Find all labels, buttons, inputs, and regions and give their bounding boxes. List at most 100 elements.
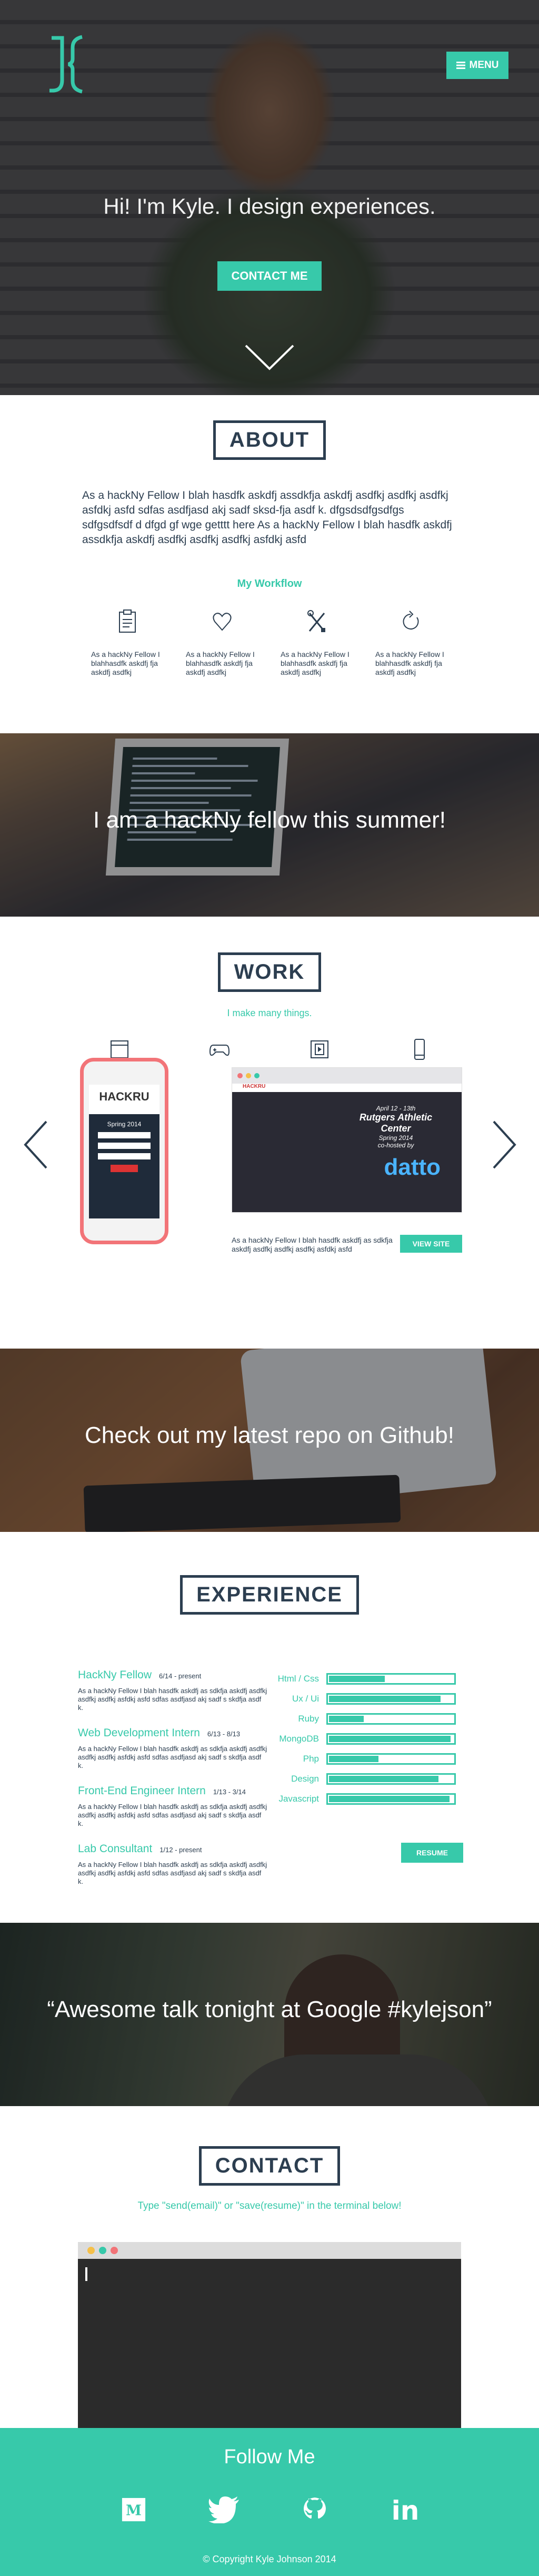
- work-subtitle: I make many things.: [227, 1008, 312, 1018]
- site-brand: HACKRU: [232, 1084, 462, 1092]
- skill-bar-fill: [329, 1736, 451, 1742]
- quote-banner: “Awesome talk tonight at Google #kylejso…: [0, 1923, 539, 2106]
- skill-row: Ux / Ui: [274, 1689, 463, 1709]
- mobile-icon[interactable]: [409, 1038, 430, 1061]
- github-banner[interactable]: Check out my latest repo on Github!: [0, 1349, 539, 1532]
- contact-title: CONTACT: [198, 2146, 341, 2186]
- skill-bar-fill: [329, 1716, 364, 1722]
- work-title: WORK: [217, 952, 322, 992]
- resume-button[interactable]: RESUME: [401, 1843, 463, 1863]
- terminal[interactable]: [78, 2242, 461, 2428]
- skill-bar-fill: [329, 1696, 441, 1702]
- browser-bar: [232, 1068, 462, 1084]
- experience-section: EXPERIENCE HackNy Fellow 6/14 - present As…: [0, 1532, 539, 1923]
- menu-button[interactable]: MENU: [446, 52, 508, 79]
- skill-row: Html / Css: [274, 1669, 463, 1689]
- skill-row: Php: [274, 1749, 463, 1769]
- medium-icon[interactable]: M: [118, 2494, 149, 2525]
- event-season: Spring 2014: [378, 1134, 413, 1142]
- skill-bar-fill: [329, 1756, 379, 1762]
- workflow-item: As a hackNy Fellow I blahhasdfk askdfj f…: [181, 609, 264, 677]
- banner-text: Check out my latest repo on Github!: [85, 1422, 454, 1448]
- copyright: © Copyright Kyle Johnson 2014: [203, 2554, 336, 2564]
- skill-row: Javascript: [274, 1789, 463, 1809]
- skill-label: Ux / Ui: [292, 1694, 319, 1704]
- job-dates: 6/13 - 8/13: [207, 1730, 241, 1738]
- event-info: April 12 - 13th Rutgers Athletic Center …: [351, 1105, 441, 1149]
- workflow-text: As a hackNy Fellow I blahhasdfk askdfj f…: [91, 650, 160, 676]
- skill-bar: [326, 1773, 456, 1785]
- workflow-text: As a hackNy Fellow I blahhasdfk askdfj f…: [375, 650, 444, 676]
- linkedin-icon[interactable]: in: [390, 2494, 421, 2525]
- event-cohost: co-hosted by: [377, 1142, 414, 1149]
- hamburger-icon: [456, 62, 465, 69]
- job-role: HackNy Fellow: [78, 1669, 152, 1681]
- next-arrow-icon[interactable]: [492, 1119, 518, 1170]
- skill-bar: [326, 1673, 456, 1685]
- skill-row: MongoDB: [274, 1729, 463, 1749]
- heart-icon: [213, 613, 232, 631]
- workflow-item: As a hackNy Fellow I blahhasdfk askdfj f…: [370, 609, 453, 677]
- job-item: HackNy Fellow 6/14 - present As a hackNy F…: [78, 1669, 267, 1712]
- job-desc: As a hackNy Fellow I blah hasdfk askdfj …: [78, 1687, 267, 1712]
- workflow-item: As a hackNy Fellow I blahhasdfk askdfj f…: [86, 609, 169, 677]
- refresh-icon: [403, 611, 419, 630]
- terminal-instructions: Type "send(email)" or "save(resume)" in …: [137, 2200, 402, 2211]
- workflow-title: My Workflow: [237, 578, 302, 589]
- twitter-icon[interactable]: [208, 2494, 240, 2525]
- job-desc: As a hackNy Fellow I blah hasdfk askdfj …: [78, 1861, 267, 1885]
- phone-screen: HACKRU Spring 2014: [89, 1085, 159, 1218]
- banner-text: I am a hackNy fellow this summer!: [93, 807, 446, 833]
- project-description: As a hackNy Fellow I blah hasdfk askdfj …: [232, 1236, 393, 1253]
- workflow-text: As a hackNy Fellow I blahhasdfk askdfj f…: [281, 650, 350, 676]
- skill-bar: [326, 1733, 456, 1745]
- skill-bar: [326, 1753, 456, 1765]
- sponsor-logo: datto: [384, 1154, 441, 1180]
- work-section: WORK I make many things. HACKRU Spring 2…: [0, 917, 539, 1349]
- clipboard-icon: [119, 609, 136, 633]
- menu-label: MENU: [469, 60, 499, 71]
- social-links: M in: [0, 2494, 539, 2525]
- skill-label: Javascript: [278, 1794, 319, 1804]
- workflow-text: As a hackNy Fellow I blahhasdfk askdfj f…: [186, 650, 255, 676]
- scroll-down-chevron-icon[interactable]: [244, 342, 295, 373]
- skill-bar-fill: [329, 1676, 385, 1682]
- logo-icon[interactable]: [46, 32, 89, 96]
- work-category-tabs: [0, 1038, 539, 1061]
- phone-mockup: HACKRU Spring 2014: [80, 1058, 168, 1244]
- linkedin-letters: in: [392, 2496, 420, 2523]
- skill-label: MongoDB: [279, 1734, 319, 1744]
- contact-section: CONTACT Type "send(email)" or "save(resu…: [0, 2106, 539, 2428]
- gamepad-icon[interactable]: [209, 1038, 230, 1061]
- skill-bar: [326, 1793, 456, 1805]
- tools-icon: [307, 610, 325, 632]
- job-item: Lab Consultant 1/12 - present As a hackNy …: [78, 1843, 267, 1886]
- website-preview[interactable]: HACKRU April 12 - 13th Rutgers Athletic …: [232, 1067, 462, 1213]
- job-role: Front-End Engineer Intern: [78, 1785, 206, 1797]
- skill-bar-fill: [329, 1796, 450, 1802]
- skill-label: Html / Css: [277, 1674, 319, 1684]
- terminal-titlebar: [78, 2242, 461, 2259]
- job-item: Web Development Intern 6/13 - 8/13 As a ha…: [78, 1727, 267, 1770]
- job-desc: As a hackNy Fellow I blah hasdfk askdfj …: [78, 1745, 267, 1769]
- follow-title: Follow Me: [224, 2446, 315, 2468]
- hero-title: Hi! I'm Kyle. I design experiences.: [103, 194, 436, 219]
- event-place: Rutgers Athletic Center: [359, 1112, 433, 1134]
- skill-row: Design: [274, 1769, 463, 1789]
- job-role: Lab Consultant: [78, 1843, 153, 1855]
- contact-me-button[interactable]: CONTACT ME: [217, 261, 322, 291]
- skill-label: Php: [303, 1754, 319, 1764]
- phone-season: Spring 2014: [107, 1120, 142, 1128]
- about-title: ABOUT: [213, 420, 326, 460]
- previous-arrow-icon[interactable]: [22, 1119, 48, 1170]
- github-icon[interactable]: [299, 2494, 331, 2525]
- job-role: Web Development Intern: [78, 1727, 200, 1739]
- job-item: Front-End Engineer Intern 1/13 - 3/14 As a…: [78, 1785, 267, 1828]
- film-icon[interactable]: [309, 1038, 330, 1061]
- view-site-button[interactable]: VIEW SITE: [400, 1235, 462, 1253]
- skill-label: Design: [291, 1774, 319, 1784]
- workflow-item: As a hackNy Fellow I blahhasdfk askdfj f…: [275, 609, 358, 677]
- job-dates: 1/12 - present: [159, 1846, 202, 1854]
- job-dates: 6/14 - present: [159, 1672, 202, 1680]
- skill-row: Ruby: [274, 1709, 463, 1729]
